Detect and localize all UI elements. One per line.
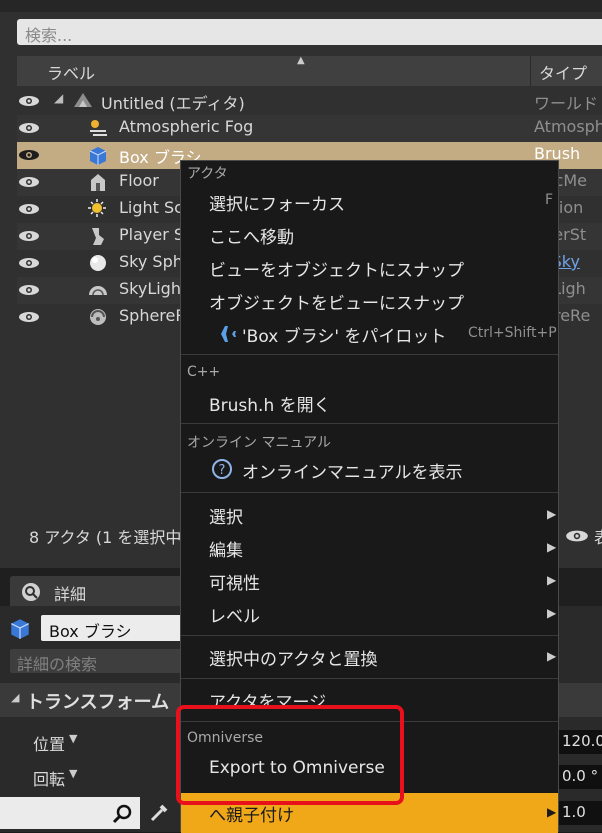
search-icon	[112, 804, 132, 824]
row-label: Untitled (エディタ)	[101, 94, 245, 113]
menu-item-snap-object-to-view[interactable]: オブジェクトをビューにスナップ	[209, 289, 464, 314]
focus-shortcut: F	[545, 192, 554, 208]
scale-z-value: 1.0	[562, 803, 586, 821]
annotation-highlight-box	[176, 705, 404, 805]
eye-icon[interactable]	[17, 311, 41, 323]
rotation-z-field[interactable]: 0.0 °	[558, 765, 602, 789]
submenu-arrow-icon: ▶	[547, 805, 557, 819]
reflection-capture-icon	[90, 309, 106, 325]
submenu-arrow-icon: ▶	[547, 573, 557, 587]
eye-icon[interactable]	[17, 95, 41, 107]
eye-icon[interactable]	[17, 284, 41, 296]
brush-icon	[89, 147, 107, 165]
menu-item-select[interactable]: 選択	[209, 503, 243, 528]
menu-item-focus-selection[interactable]: 選択にフォーカス	[209, 190, 345, 215]
row-label: SphereR	[119, 306, 187, 325]
view-options-eye-icon[interactable]	[564, 529, 590, 543]
brush-actor-icon	[11, 619, 29, 639]
row-label: Atmospheric Fog	[119, 117, 254, 136]
player-start-icon	[92, 228, 104, 245]
static-mesh-icon	[91, 174, 105, 191]
row-label: Sky Sph	[119, 252, 183, 271]
submenu-arrow-icon: ▶	[547, 507, 557, 521]
location-dropdown-icon[interactable]: ▼	[69, 732, 77, 745]
menu-item-show-online-manual[interactable]: オンラインマニュアルを表示	[242, 458, 463, 483]
search-placeholder: 検索...	[25, 26, 73, 45]
row-label: Light Sc	[119, 198, 183, 217]
outliner-row-untitled[interactable]: ◢ Untitled (エディタ) ワールド	[17, 88, 602, 115]
menu-item-edit[interactable]: 編集	[209, 536, 243, 561]
location-label[interactable]: 位置	[33, 731, 65, 755]
airplane-icon	[211, 326, 236, 342]
menu-separator	[181, 678, 558, 679]
menu-item-move-here[interactable]: ここへ移動	[209, 223, 294, 248]
view-options-label[interactable]: 表	[594, 524, 602, 548]
tab-details[interactable]: 詳細	[10, 576, 190, 608]
sort-ascending-icon: ▲	[297, 55, 305, 66]
menu-item-replace-selected-actors[interactable]: 選択中のアクタと置換	[209, 645, 377, 670]
fog-icon	[90, 120, 107, 136]
column-header-label[interactable]: ラベル	[47, 60, 95, 84]
details-tab-label: 詳細	[54, 585, 87, 604]
rotation-dropdown-icon[interactable]: ▼	[69, 767, 77, 780]
eye-icon[interactable]	[17, 203, 41, 215]
world-icon	[74, 93, 92, 107]
column-header-type[interactable]: タイプ	[539, 60, 587, 84]
sphere-icon	[90, 255, 106, 271]
collapse-arrow-icon: ◢	[11, 691, 20, 704]
rotation-z-value: 0.0 °	[562, 767, 599, 785]
menu-item-snap-view-to-object[interactable]: ビューをオブジェクトにスナップ	[209, 256, 464, 281]
section-cpp-heading: C++	[187, 364, 221, 380]
row-label: Floor	[119, 171, 159, 190]
eye-icon[interactable]	[17, 230, 41, 242]
section-manual-heading: オンライン マニュアル	[187, 435, 332, 451]
eyedropper-icon[interactable]	[148, 802, 170, 824]
row-type: Atmosph	[534, 117, 602, 136]
outliner-row-atmospheric-fog[interactable]: Atmospheric Fog Atmosph	[17, 115, 602, 142]
menu-item-visibility[interactable]: 可視性	[209, 569, 260, 594]
submenu-arrow-icon: ▶	[547, 649, 557, 663]
submenu-arrow-icon: ▶	[547, 606, 557, 620]
menu-item-open-header[interactable]: Brush.h を開く	[209, 391, 331, 416]
eye-icon[interactable]	[17, 149, 41, 161]
actor-count-text: 8 アクタ (1 を選択中	[29, 528, 182, 547]
outliner-header: ラベル ▲ タイプ	[17, 55, 602, 86]
scale-z-field[interactable]: 1.0	[558, 801, 602, 825]
row-label: Player S	[119, 225, 185, 244]
sky-light-icon	[89, 286, 107, 296]
details-search-placeholder: 詳細の検索	[17, 655, 98, 674]
menu-item-pilot[interactable]: 'Box ブラシ' をパイロット	[242, 322, 446, 347]
eye-icon[interactable]	[17, 257, 41, 269]
section-actor-heading: アクタ	[187, 166, 228, 182]
expand-arrow-icon[interactable]: ◢	[54, 91, 63, 105]
svg-text:?: ?	[219, 463, 226, 478]
details-magnifier-icon	[22, 583, 40, 601]
row-label: SkyLigh	[119, 279, 181, 298]
directional-light-icon	[88, 199, 106, 217]
menu-item-level[interactable]: レベル	[209, 602, 260, 627]
outliner-search-input[interactable]: 検索...	[17, 19, 602, 45]
help-icon: ?	[212, 459, 232, 479]
row-type: ワールド	[534, 94, 599, 113]
details-search-input[interactable]: 詳細の検索	[10, 649, 190, 674]
transform-section-title: トランスフォーム	[26, 692, 170, 713]
pilot-shortcut: Ctrl+Shift+P	[468, 325, 557, 341]
eye-icon[interactable]	[17, 122, 41, 134]
location-z-value: 120.0	[562, 732, 602, 750]
eye-icon[interactable]	[17, 176, 41, 188]
submenu-arrow-icon: ▶	[547, 540, 557, 554]
actor-name-field[interactable]: Box ブラシ	[41, 615, 201, 641]
menu-separator	[181, 423, 558, 424]
rotation-label[interactable]: 回転	[33, 766, 65, 790]
menu-separator	[181, 354, 558, 355]
column-divider[interactable]	[530, 56, 531, 86]
bottom-search-field[interactable]	[0, 797, 140, 829]
menu-separator	[181, 492, 558, 493]
top-bar	[0, 0, 602, 12]
actor-name-value: Box ブラシ	[49, 622, 132, 641]
menu-separator	[181, 635, 558, 636]
location-z-field[interactable]: 120.0	[558, 730, 602, 754]
